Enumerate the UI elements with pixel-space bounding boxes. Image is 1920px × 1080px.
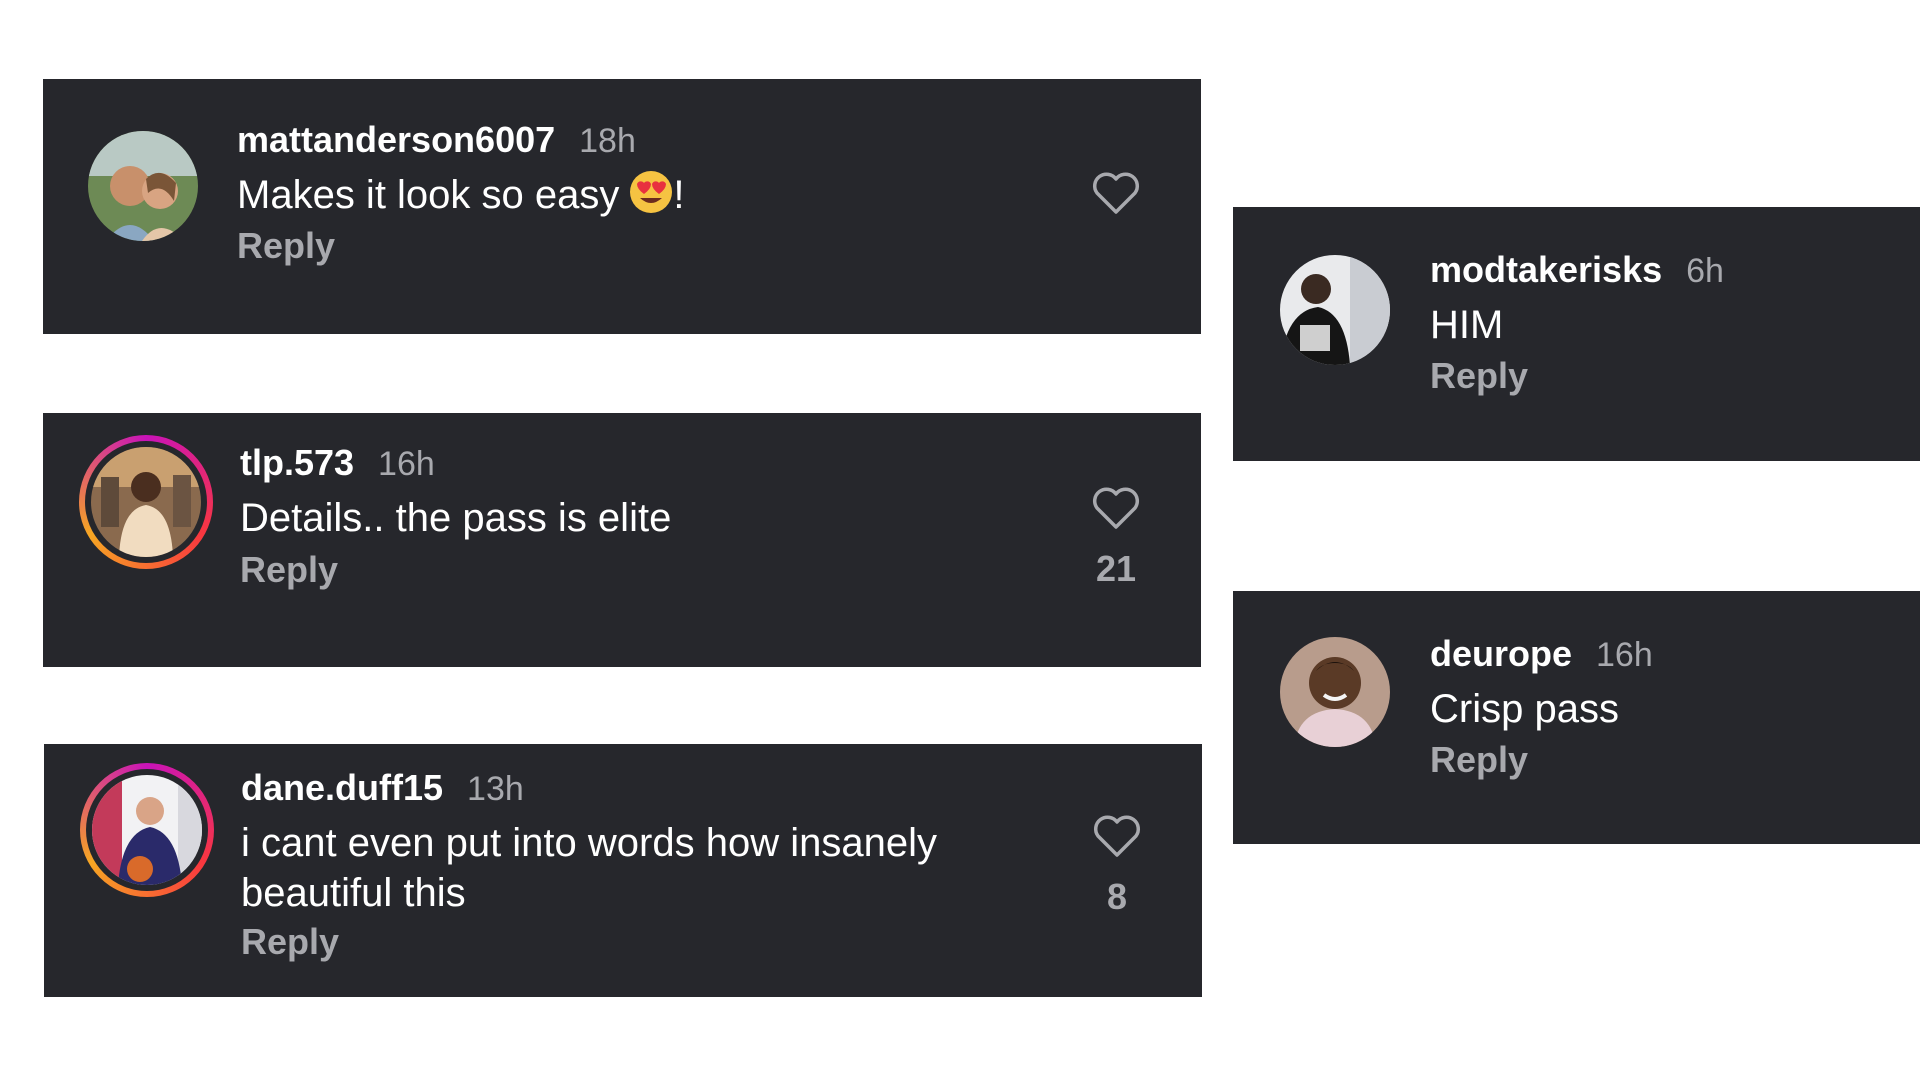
heart-outline-icon (1092, 172, 1140, 214)
story-ring[interactable] (79, 435, 213, 569)
like-count: 8 (1106, 876, 1128, 917)
like-button[interactable] (1086, 171, 1146, 233)
comment-text-suffix: ! (673, 173, 685, 217)
like-button[interactable]: 8 (1087, 814, 1147, 918)
reply-button[interactable]: Reply (1430, 355, 1528, 397)
comment-text: Makes it look so easy ! (237, 170, 685, 220)
comment-text: i cant even put into words how insanely … (241, 821, 937, 915)
heart-outline-icon (1092, 487, 1140, 529)
comment-username[interactable]: dane.duff15 (241, 767, 443, 809)
reply-button[interactable]: Reply (237, 225, 335, 267)
comment-username[interactable]: tlp.573 (240, 442, 354, 484)
user-avatar[interactable] (88, 131, 198, 241)
comment-text-body: Makes it look so easy (237, 173, 620, 217)
comment-timestamp: 16h (378, 445, 435, 483)
comment-timestamp: 16h (1596, 636, 1653, 674)
comment-timestamp: 13h (467, 770, 524, 808)
comment-card: deurope 16h Crisp pass Reply (1233, 591, 1920, 844)
user-avatar[interactable] (1280, 637, 1390, 747)
reply-button[interactable]: Reply (241, 921, 339, 963)
comment-text: Details.. the pass is elite (240, 496, 672, 540)
reply-button[interactable]: Reply (1430, 739, 1528, 781)
heart-outline-icon (1093, 815, 1141, 857)
user-avatar[interactable] (1280, 255, 1390, 365)
heart-eyes-emoji-icon (630, 171, 673, 213)
comment-card: dane.duff15 13h i cant even put into wor… (44, 744, 1202, 997)
user-avatar (92, 775, 202, 885)
comment-card: modtakerisks 6h HIM Reply (1233, 207, 1920, 461)
comment-timestamp: 18h (579, 122, 636, 160)
story-ring[interactable] (80, 763, 214, 897)
comment-username[interactable]: mattanderson6007 (237, 119, 555, 161)
comment-text: Crisp pass (1430, 687, 1619, 731)
like-count: 21 (1095, 548, 1137, 589)
like-button[interactable]: 21 (1086, 486, 1146, 590)
comment-card: mattanderson6007 18h Makes it look so ea… (43, 79, 1201, 334)
user-avatar (91, 447, 201, 557)
comment-username[interactable]: deurope (1430, 633, 1572, 675)
comment-username[interactable]: modtakerisks (1430, 249, 1662, 291)
reply-button[interactable]: Reply (240, 549, 338, 591)
comment-card: tlp.573 16h Details.. the pass is elite … (43, 413, 1201, 667)
comment-text: HIM (1430, 303, 1504, 347)
comment-timestamp: 6h (1686, 252, 1724, 290)
